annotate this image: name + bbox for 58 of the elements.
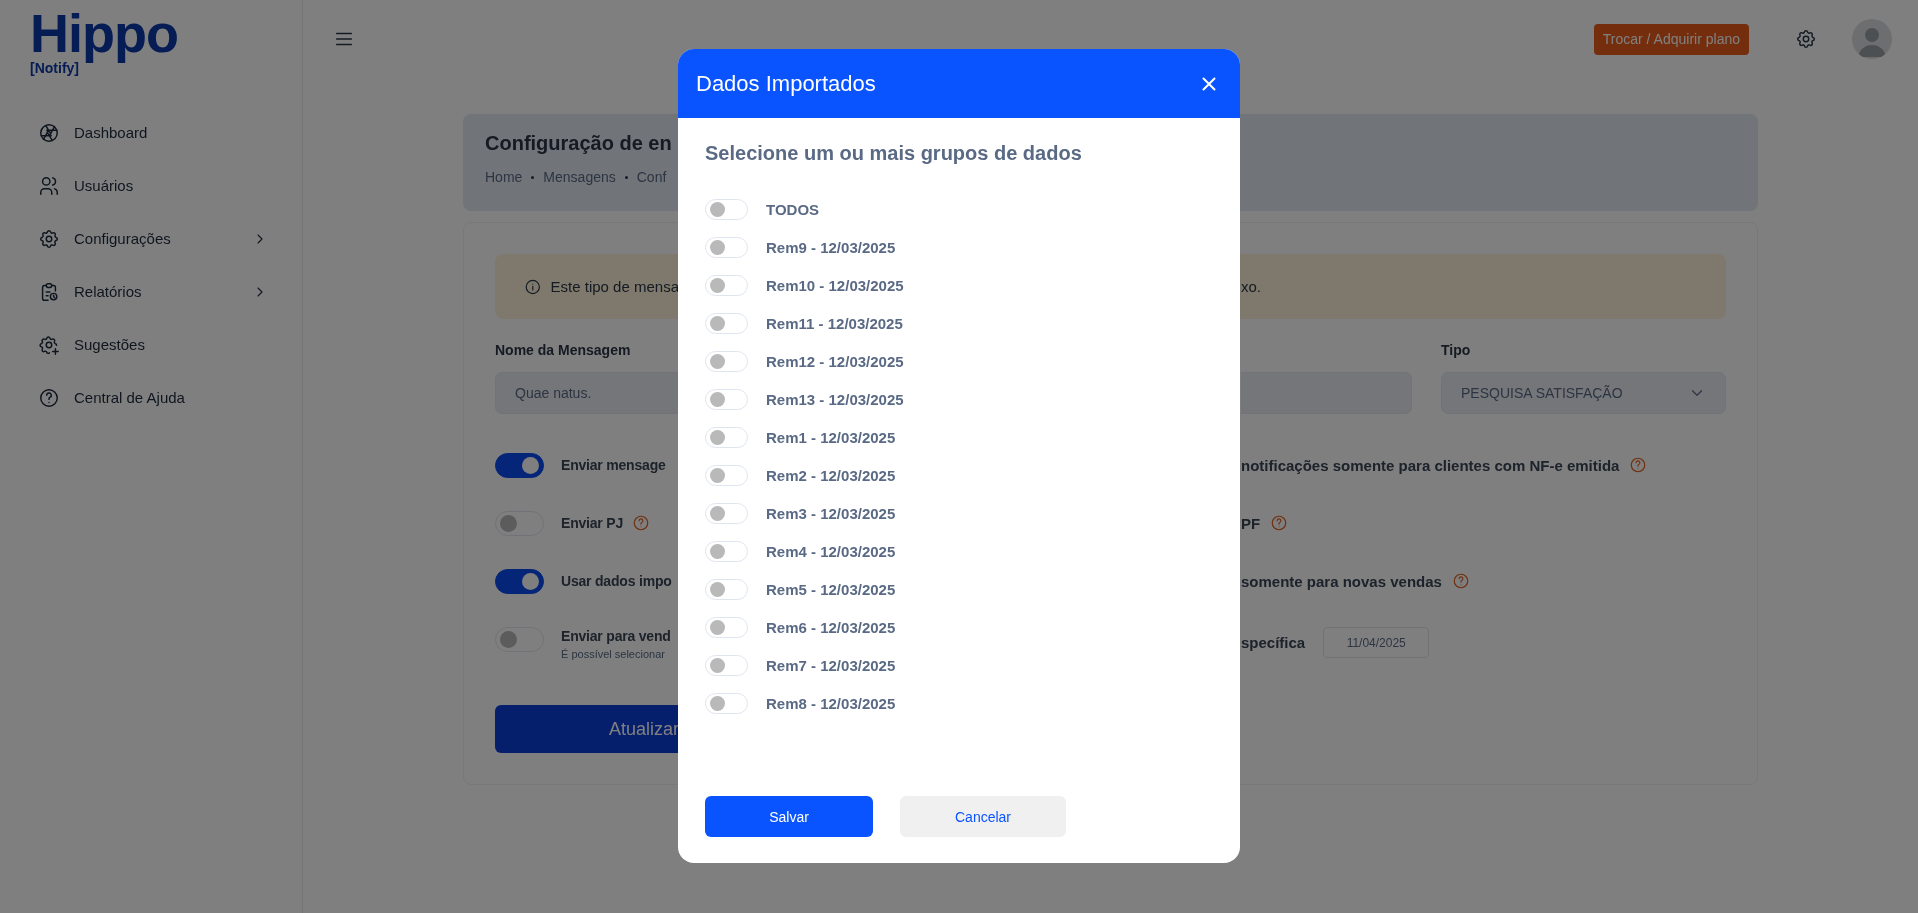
group-label: Rem7 - 12/03/2025 (766, 656, 896, 674)
group-label: Rem1 - 12/03/2025 (766, 428, 896, 446)
alert-text: xo. (1241, 278, 1262, 295)
modal-title: Dados Importados (696, 70, 876, 97)
group-label: Rem2 - 12/03/2025 (766, 466, 896, 484)
cancel-button[interactable]: Cancelar (900, 796, 1066, 837)
page-title: Configuração de en (485, 132, 672, 155)
group-label: Rem3 - 12/03/2025 (766, 504, 896, 522)
group-label: Rem9 - 12/03/2025 (766, 238, 896, 256)
breadcrumb-link[interactable]: Conf (636, 169, 667, 185)
option-label: somente para novas vendas (1241, 572, 1442, 590)
settings-icon (38, 227, 60, 250)
group-label: Rem12 - 12/03/2025 (766, 352, 904, 370)
toggle-switch[interactable] (495, 568, 544, 594)
helper-text: É possível selecionar (561, 648, 666, 660)
save-button[interactable]: Salvar (705, 796, 873, 837)
settings-icon[interactable] (1795, 28, 1817, 50)
breadcrumb-link[interactable]: Mensagens (543, 169, 616, 185)
option-label: specífica (1241, 634, 1306, 651)
date-field[interactable]: 11/04/2025 (1323, 627, 1430, 658)
sidebar-item[interactable]: Central de Ajuda (38, 371, 268, 424)
option-label: notificações somente para clientes com NF-e emitida (1241, 456, 1620, 474)
input-field[interactable] (1241, 372, 1412, 414)
modal-subtitle: Selecione um ou mais grupos de dados (705, 142, 1083, 166)
field-label: Tipo (1441, 342, 1471, 358)
alert-text: Este tipo de mensa (550, 278, 679, 295)
group-label: Rem13 - 12/03/2025 (766, 390, 904, 408)
help-icon (38, 386, 60, 409)
update-button[interactable]: Atualizar (495, 705, 679, 753)
toggle-label: Enviar mensage (561, 457, 666, 473)
toggle-label: Enviar para vend (561, 628, 671, 644)
aperture-icon (38, 121, 60, 144)
group-label: Rem10 - 12/03/2025 (766, 276, 904, 294)
sidebar-item[interactable]: Dashboard (38, 106, 268, 159)
toggle-label: Usar dados impo (561, 573, 672, 589)
toggle-switch[interactable] (495, 452, 544, 478)
group-label: Rem11 - 12/03/2025 (766, 314, 903, 332)
info-icon (524, 277, 542, 296)
group-label: Rem8 - 12/03/2025 (766, 694, 896, 712)
sidebar-item[interactable]: Usuários (38, 159, 268, 212)
plan-button[interactable]: Trocar / Adquirir plano (1593, 23, 1749, 55)
sidebar-item[interactable]: Relatórios (38, 265, 268, 318)
logo-tagline: [Notify] (30, 60, 79, 76)
group-label: Rem6 - 12/03/2025 (766, 618, 896, 636)
name-input-field[interactable]: Quae natus. (495, 372, 679, 414)
sidebar-item[interactable]: Sugestões (38, 318, 268, 371)
settings-plus-icon (38, 333, 60, 356)
group-label: Rem5 - 12/03/2025 (766, 580, 896, 598)
group-label: TODOS (766, 200, 820, 218)
group-label: Rem4 - 12/03/2025 (766, 542, 896, 560)
breadcrumb-link[interactable]: Home (485, 169, 523, 185)
avatar[interactable] (1852, 19, 1892, 59)
users-icon (38, 174, 60, 197)
field-label: Nome da Mensagem (495, 342, 632, 358)
toggle-label: Enviar PJ (561, 515, 623, 531)
sidebar-item[interactable]: Configurações (38, 212, 268, 265)
type-select[interactable]: PESQUISA SATISFAÇÃO (1441, 372, 1726, 414)
option-label: PF (1241, 514, 1261, 532)
